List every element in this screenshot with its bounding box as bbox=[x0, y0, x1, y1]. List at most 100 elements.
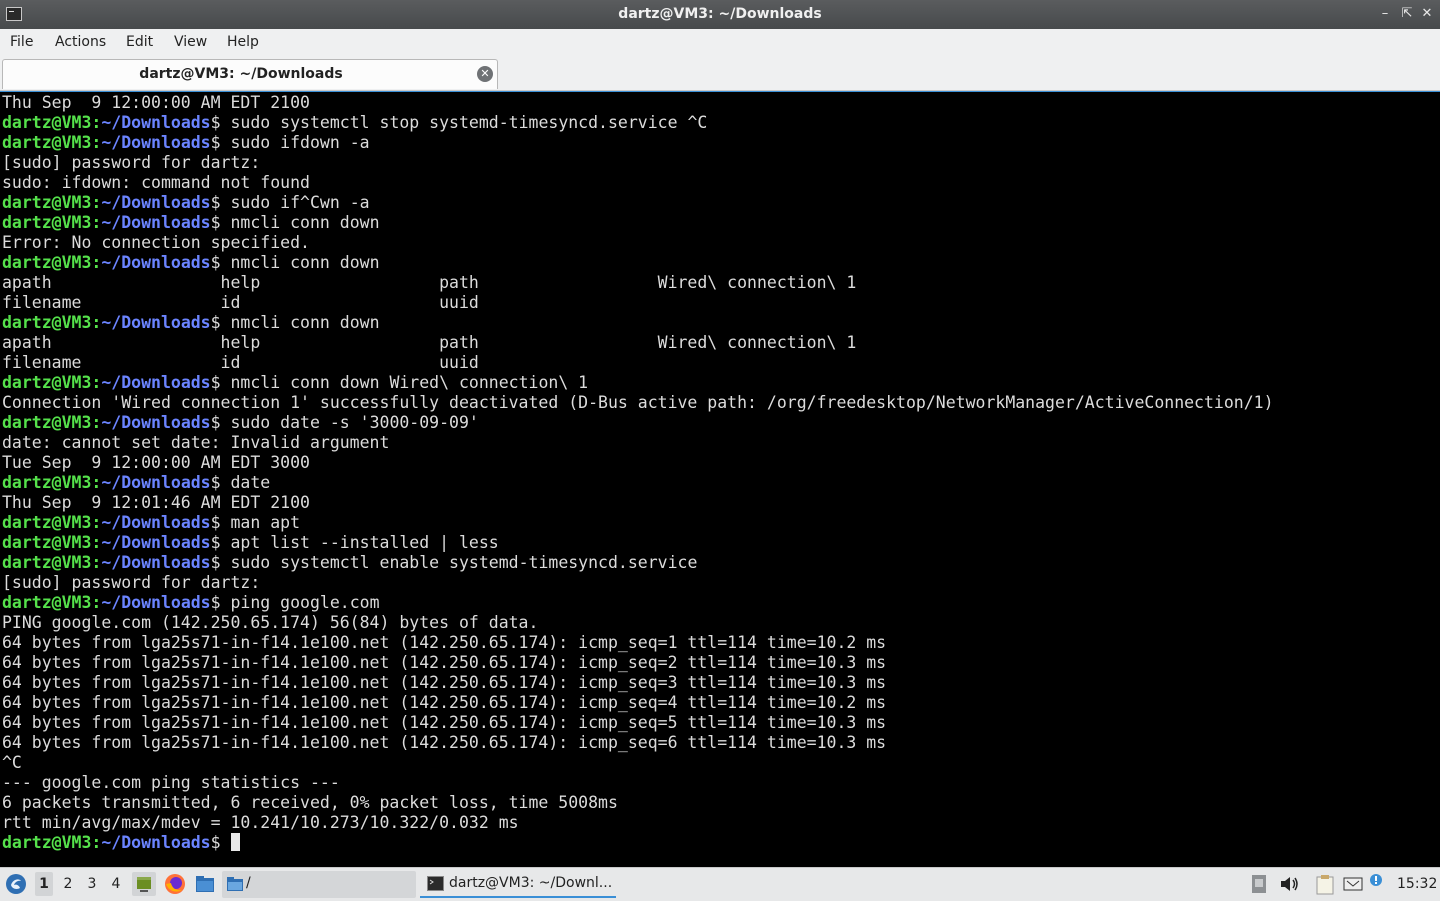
line-text: apath help path Wired\ connection\ 1 bbox=[2, 273, 857, 292]
line-text: apt list --installed | less bbox=[220, 533, 499, 552]
prompt-path: ~/Downloads bbox=[101, 553, 211, 572]
terminal-command-line: dartz@VM3:~/Downloads$ nmcli conn down bbox=[2, 253, 380, 272]
menu-file[interactable]: File bbox=[10, 34, 33, 50]
maximize-icon[interactable]: ⇱ bbox=[1398, 5, 1416, 23]
show-desktop-icon[interactable] bbox=[132, 872, 156, 896]
prompt-user: dartz@VM3 bbox=[2, 253, 92, 272]
prompt-path: ~/Downloads bbox=[101, 213, 211, 232]
prompt-user: dartz@VM3 bbox=[2, 553, 92, 572]
firefox-icon[interactable] bbox=[163, 872, 187, 896]
prompt-user: dartz@VM3 bbox=[2, 533, 92, 552]
terminal-command-line: dartz@VM3:~/Downloads$ ping google.com bbox=[2, 593, 380, 612]
terminal-output-line: 64 bytes from lga25s71-in-f14.1e100.net … bbox=[2, 633, 1274, 653]
network-icon[interactable] bbox=[1342, 872, 1364, 896]
terminal-output-line: Thu Sep 9 12:00:00 AM EDT 2100 bbox=[2, 93, 1274, 113]
prompt-path: ~/Downloads bbox=[101, 513, 211, 532]
menu-view[interactable]: View bbox=[174, 34, 207, 50]
menu-edit[interactable]: Edit bbox=[126, 34, 153, 50]
folder-task-label: / bbox=[246, 875, 251, 891]
menu-help[interactable]: Help bbox=[227, 34, 259, 50]
line-text: apath help path Wired\ connection\ 1 bbox=[2, 333, 857, 352]
terminal-output-line: filename id uuid bbox=[2, 293, 1274, 313]
prompt-user: dartz@VM3 bbox=[2, 313, 92, 332]
line-text: sudo systemctl enable systemd-timesyncd.… bbox=[220, 553, 698, 572]
terminal-command-line: dartz@VM3:~/Downloads$ sudo date -s '300… bbox=[2, 413, 479, 432]
terminal-output-line: [sudo] password for dartz: bbox=[2, 573, 1274, 593]
terminal-output-line: Connection 'Wired connection 1' successf… bbox=[2, 393, 1274, 413]
terminal-output-line: 6 packets transmitted, 6 received, 0% pa… bbox=[2, 793, 1274, 813]
prompt-path: ~/Downloads bbox=[101, 253, 211, 272]
file-manager-icon[interactable] bbox=[193, 872, 217, 896]
prompt-user: dartz@VM3 bbox=[2, 593, 92, 612]
prompt-user: dartz@VM3 bbox=[2, 193, 92, 212]
prompt-user: dartz@VM3 bbox=[2, 373, 92, 392]
workspace-3[interactable]: 3 bbox=[83, 872, 101, 896]
terminal-task-label: dartz@VM3: ~/Downl... bbox=[449, 875, 613, 891]
prompt-user: dartz@VM3 bbox=[2, 113, 92, 132]
prompt-path: ~/Downloads bbox=[101, 373, 211, 392]
line-text: nmcli conn down bbox=[220, 253, 380, 272]
workspace-2[interactable]: 2 bbox=[59, 872, 77, 896]
terminal-command-line: dartz@VM3:~/Downloads$ nmcli conn down bbox=[2, 213, 380, 232]
clock[interactable]: 15:32 bbox=[1397, 876, 1437, 892]
terminal-output-line: --- google.com ping statistics --- bbox=[2, 773, 1274, 793]
line-text: rtt min/avg/max/mdev = 10.241/10.273/10.… bbox=[2, 813, 519, 832]
terminal-command-line: dartz@VM3:~/Downloads$ sudo systemctl en… bbox=[2, 553, 698, 572]
terminal-output-line: apath help path Wired\ connection\ 1 bbox=[2, 333, 1274, 353]
line-text: Thu Sep 9 12:00:00 AM EDT 2100 bbox=[2, 93, 310, 112]
line-text: sudo: ifdown: command not found bbox=[2, 173, 310, 192]
tab-close-icon[interactable]: ✕ bbox=[477, 66, 493, 82]
prompt-path: ~/Downloads bbox=[101, 593, 211, 612]
line-text: ping google.com bbox=[220, 593, 380, 612]
terminal-output-line: 64 bytes from lga25s71-in-f14.1e100.net … bbox=[2, 713, 1274, 733]
terminal-output-line: sudo: ifdown: command not found bbox=[2, 173, 1274, 193]
workspace-1[interactable]: 1 bbox=[35, 872, 53, 896]
taskbar-terminal-window[interactable]: dartz@VM3: ~/Downl... bbox=[420, 871, 616, 898]
window-title: dartz@VM3: ~/Downloads bbox=[618, 6, 822, 22]
terminal-output-line: 64 bytes from lga25s71-in-f14.1e100.net … bbox=[2, 693, 1274, 713]
line-text: [sudo] password for dartz: bbox=[2, 153, 261, 172]
terminal-output-line: PING google.com (142.250.65.174) 56(84) … bbox=[2, 613, 1274, 633]
line-text: Error: No connection specified. bbox=[2, 233, 310, 252]
minimize-icon[interactable]: – bbox=[1376, 5, 1394, 23]
line-text: Thu Sep 9 12:01:46 AM EDT 2100 bbox=[2, 493, 310, 512]
terminal-output-line: Thu Sep 9 12:01:46 AM EDT 2100 bbox=[2, 493, 1274, 513]
menu-actions[interactable]: Actions bbox=[55, 34, 106, 50]
line-text: Connection 'Wired connection 1' successf… bbox=[2, 393, 1274, 412]
terminal-tab[interactable]: dartz@VM3: ~/Downloads ✕ bbox=[2, 59, 498, 89]
terminal-output-line: rtt min/avg/max/mdev = 10.241/10.273/10.… bbox=[2, 813, 1274, 833]
terminal-command-line: dartz@VM3:~/Downloads$ man apt bbox=[2, 513, 301, 532]
line-text: 64 bytes from lga25s71-in-f14.1e100.net … bbox=[2, 673, 887, 692]
taskbar-folder-window[interactable]: / bbox=[222, 871, 416, 898]
line-text: sudo systemctl stop systemd-timesyncd.se… bbox=[220, 113, 708, 132]
tab-strip: dartz@VM3: ~/Downloads ✕ bbox=[0, 57, 1440, 91]
menu-bar: File Actions Edit View Help bbox=[0, 29, 1440, 57]
window-titlebar[interactable]: dartz@VM3: ~/Downloads – ⇱ ✕ bbox=[0, 0, 1440, 30]
terminal-command-line: dartz@VM3:~/Downloads$ sudo systemctl st… bbox=[2, 113, 708, 132]
terminal-output-line: 64 bytes from lga25s71-in-f14.1e100.net … bbox=[2, 653, 1274, 673]
line-text bbox=[221, 833, 231, 852]
terminal-output-line: Tue Sep 9 12:00:00 AM EDT 3000 bbox=[2, 453, 1274, 473]
volume-icon[interactable] bbox=[1278, 872, 1300, 896]
terminal-command-line: dartz@VM3:~/Downloads$ date bbox=[2, 473, 271, 492]
terminal-command-line: dartz@VM3:~/Downloads$ nmcli conn down bbox=[2, 313, 380, 332]
start-menu-icon[interactable] bbox=[4, 872, 28, 896]
text-cursor bbox=[230, 833, 240, 851]
line-text: 64 bytes from lga25s71-in-f14.1e100.net … bbox=[2, 653, 887, 672]
line-text: 64 bytes from lga25s71-in-f14.1e100.net … bbox=[2, 713, 887, 732]
line-text: date: cannot set date: Invalid argument bbox=[2, 433, 390, 452]
line-text: filename id uuid bbox=[2, 293, 479, 312]
line-text: man apt bbox=[220, 513, 301, 532]
notification-icon[interactable] bbox=[1368, 872, 1384, 896]
terminal-view[interactable]: Thu Sep 9 12:00:00 AM EDT 2100 dartz@VM3:… bbox=[0, 91, 1440, 868]
line-text: nmcli conn down Wired\ connection\ 1 bbox=[220, 373, 589, 392]
keyboard-layout-icon[interactable] bbox=[1250, 873, 1268, 895]
prompt-user: dartz@VM3 bbox=[2, 513, 92, 532]
terminal-output-line: 64 bytes from lga25s71-in-f14.1e100.net … bbox=[2, 673, 1274, 693]
close-icon[interactable]: ✕ bbox=[1418, 5, 1436, 23]
terminal-command-line: dartz@VM3:~/Downloads$ bbox=[2, 833, 1274, 853]
terminal-command-line: dartz@VM3:~/Downloads$ nmcli conn down W… bbox=[2, 373, 589, 392]
workspace-4[interactable]: 4 bbox=[107, 872, 125, 896]
line-text: nmcli conn down bbox=[220, 313, 380, 332]
clipboard-icon[interactable] bbox=[1314, 872, 1336, 896]
